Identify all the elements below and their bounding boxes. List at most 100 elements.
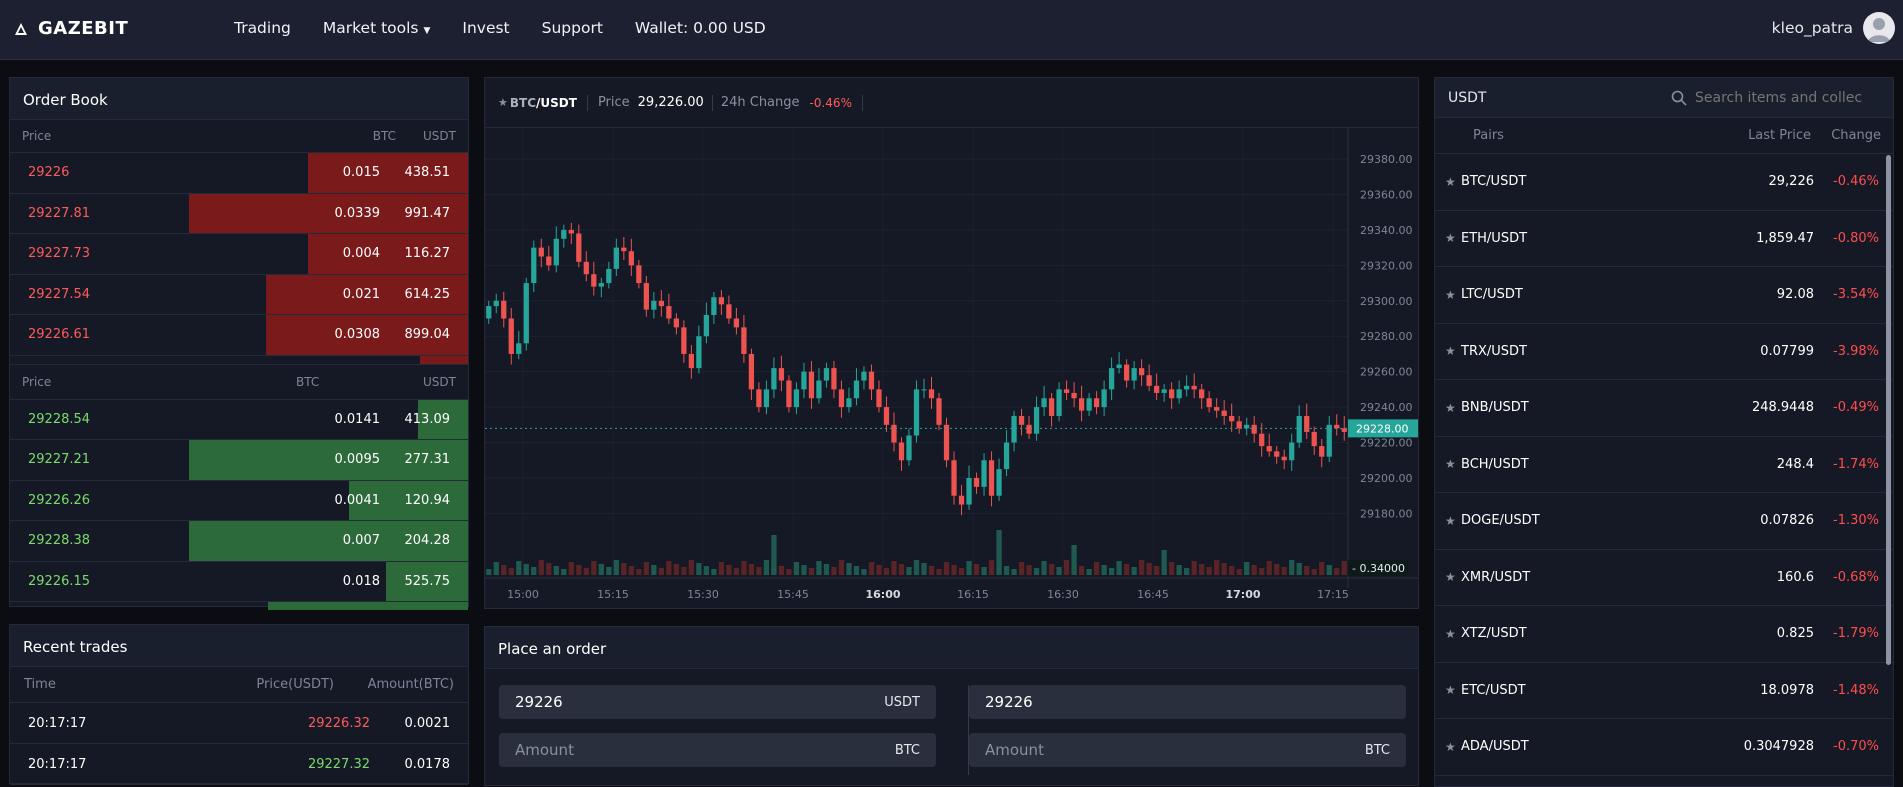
markets-scrollbar[interactable] [1886,155,1891,665]
bid-row[interactable]: 29228.54 0.0141 413.09 [10,399,468,440]
favorite-star-icon[interactable]: ★ [1445,231,1461,245]
volume-bar [966,561,972,575]
volume-bar [936,569,942,575]
favorite-star-icon[interactable]: ★ [1445,683,1461,697]
volume-bar [501,565,507,575]
favorite-star-icon[interactable]: ★ [1445,401,1461,415]
volume-bar [576,565,582,575]
candlestick-chart[interactable]: 29380.00 29360.00 29340.00 29320.00 29300.00… [485,128,1418,608]
buy-amount-input[interactable]: Amount BTC [499,733,936,767]
candle-body [1184,385,1190,390]
price-value: 29,226.00 [637,95,704,110]
candle-body [628,251,634,266]
nav-trading[interactable]: Trading [234,19,291,37]
volume-bar [756,567,762,575]
volume-bar [486,569,492,575]
candle-body [966,477,972,505]
volume-bar [1026,565,1032,575]
candle-body [996,469,1002,496]
favorite-star-icon[interactable]: ★ [1445,175,1461,189]
ask-price: 29227.73 [28,246,91,261]
candle-body [943,424,950,461]
market-row[interactable]: ★ DOGE/USDT 0.07826 -1.30% [1435,493,1893,550]
favorite-star-icon[interactable]: ★ [1445,344,1461,358]
volume-bar [711,569,717,575]
username[interactable]: kleo_patra [1772,19,1853,37]
bid-row[interactable]: 29228.38 0.007 204.28 [10,521,468,562]
volume-bar [898,564,905,575]
sell-price-input[interactable]: 29226 [969,685,1406,719]
bid-row[interactable]: 29226.15 0.018 525.75 [10,561,468,602]
pair-quote: /USDT [536,95,577,110]
ask-row[interactable]: 29226.61 0.0308 899.04 [10,315,468,356]
recent-trades-panel: Recent trades Time Price(USDT) Amount(BT… [9,624,469,785]
nav-support[interactable]: Support [542,19,603,37]
ask-total: 116.27 [404,246,451,261]
market-row[interactable]: ★ BCH/USDT 248.4 -1.74% [1435,437,1893,493]
market-row[interactable]: ★ BNB/USDT 248.9448 -0.49% [1435,380,1893,437]
wallet-balance[interactable]: Wallet: 0.00 USD [635,19,766,37]
volume-bar [868,562,875,575]
markets-list: ★ BTC/USDT 29,226 -0.46% ★ ETH/USDT 1,859.47-… [1435,154,1893,776]
ask-row[interactable]: 29227.54 0.021 614.25 [10,274,468,315]
market-change: -0.70% [1833,739,1879,755]
volume-bar [1003,566,1010,575]
bid-price: 29228.54 [28,411,91,427]
logo[interactable]: GAZEBIT [14,18,128,39]
bid-row[interactable]: 29226.26 0.0041 120.94 [10,480,468,521]
market-row[interactable]: ★ ETC/USDT 18.0978 -1.48% [1435,663,1893,719]
market-row[interactable]: ★ BTC/USDT 29,226 -0.46% [1435,154,1893,211]
market-change: -0.80% [1833,230,1879,246]
candle-body [658,300,664,307]
market-last-price: 1,859.47 [1756,230,1814,246]
volume-bar [1221,563,1227,575]
change-label: 24h Change [720,95,800,110]
volume-bar [613,560,619,575]
favorite-star-icon[interactable]: ★ [498,96,508,109]
candle-body [748,353,755,390]
ask-row[interactable]: 29227.81 0.0339 991.47 [10,193,468,234]
market-row[interactable]: ★ XTZ/USDT 0.825 -1.79% [1435,606,1893,663]
market-row[interactable]: ★ LTC/USDT 92.08 -3.54% [1435,267,1893,324]
ask-row[interactable]: 29226 0.015 438.51 [10,153,468,194]
market-row[interactable]: ★ TRX/USDT 0.07799 -3.98% [1435,324,1893,380]
volume-bar [801,565,807,575]
avatar[interactable] [1863,12,1895,44]
ask-header-price: Price [22,129,52,143]
markets-quote-tab[interactable]: USDT [1448,90,1671,106]
sell-amount-input[interactable]: Amount BTC [969,733,1406,767]
bid-amount: 0.0095 [334,452,381,467]
ask-row[interactable]: 29227.73 0.004 116.27 [10,234,468,275]
sell-amount-unit: BTC [1364,742,1390,758]
bid-row[interactable]: 29227.21 0.0095 277.31 [10,440,468,481]
candle-body [1289,442,1295,461]
favorite-star-icon[interactable]: ★ [1445,514,1461,528]
favorite-star-icon[interactable]: ★ [1445,570,1461,584]
markets-search-input[interactable] [1695,89,1880,106]
favorite-star-icon[interactable]: ★ [1445,288,1461,302]
candle-body [553,238,559,266]
volume-bar [1018,562,1025,575]
market-row[interactable]: ★ XMR/USDT 160.6 -0.68% [1435,550,1893,606]
y-tick-label: 29180.00 [1360,507,1413,520]
candle-body [1191,385,1197,390]
favorite-star-icon[interactable]: ★ [1445,740,1461,754]
volume-bar [508,568,514,575]
candle-body [726,304,732,319]
market-row[interactable]: ★ ETH/USDT 1,859.47 -0.80% [1435,211,1893,267]
candle-body [883,407,890,425]
user-avatar-icon [1868,18,1890,42]
candle-body [1123,364,1130,381]
buy-price-input[interactable]: 29226 USDT [499,685,936,719]
favorite-star-icon[interactable]: ★ [1445,627,1461,641]
current-price-label: 29228.00 [1356,422,1409,435]
nav-invest[interactable]: Invest [462,19,509,37]
nav-market-tools[interactable]: Market tools ▼ [323,19,431,37]
candle-body [763,389,770,408]
candle-body [1101,389,1107,408]
market-row[interactable]: ★ ADA/USDT 0.3047928 -0.70% [1435,719,1893,776]
candle-body [988,460,995,496]
candle-body [733,318,740,328]
favorite-star-icon[interactable]: ★ [1445,457,1461,471]
volume-bar [771,535,777,575]
